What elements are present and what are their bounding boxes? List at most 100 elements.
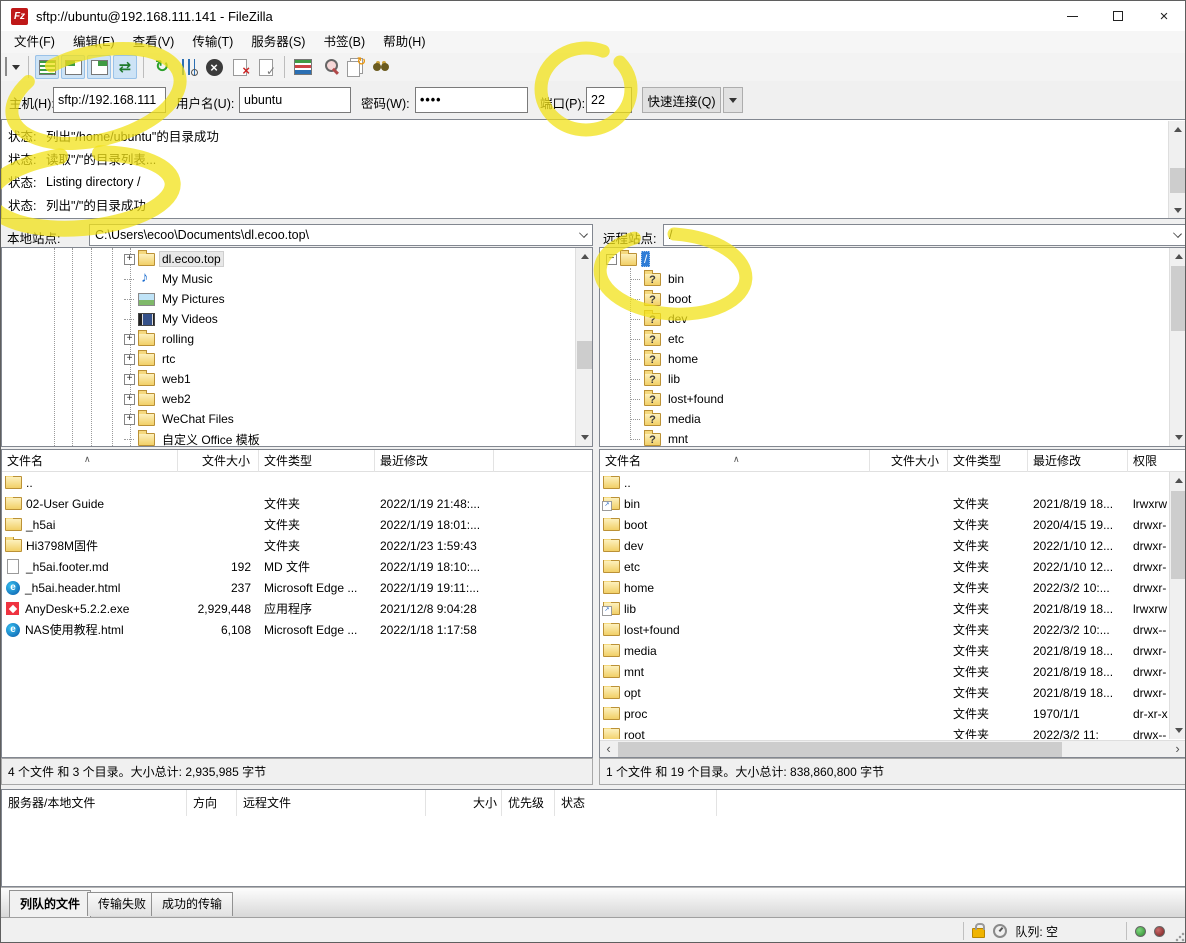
remote-file-row[interactable]: lib 文件夹 2021/8/19 18... lrwxrw [600,598,1186,619]
remote-file-row[interactable]: dev 文件夹 2022/1/10 12... drwxr- [600,535,1186,556]
column-header-name[interactable]: 文件名∧ [600,450,870,472]
log-scrollbar[interactable] [1168,121,1185,219]
local-file-row[interactable]: Hi3798M固件 文件夹 2022/1/23 1:59:43 [2,535,592,556]
column-header-size[interactable]: 文件大小 [870,450,948,472]
tree-expander[interactable] [124,309,135,329]
filter-icon[interactable] [317,55,341,79]
remote-file-row[interactable]: opt 文件夹 2021/8/19 18... drwxr- [600,682,1186,703]
column-header-remote-file[interactable]: 远程文件 [237,790,426,816]
minimize-button[interactable] [1049,1,1095,31]
remote-tree-item[interactable]: lib [600,369,1186,389]
menu-server[interactable]: 服务器(S) [242,31,314,53]
remote-tree-item[interactable]: bin [600,269,1186,289]
remote-tree-scrollbar[interactable] [1169,248,1186,446]
local-tree-item[interactable]: web2 [2,389,592,409]
tree-expander[interactable] [606,249,617,269]
close-button[interactable]: × [1141,1,1186,31]
tree-expander[interactable] [124,289,135,309]
remote-site-combo[interactable]: / [663,224,1186,246]
menu-transfer[interactable]: 传输(T) [183,31,242,53]
remote-file-row[interactable]: root 文件夹 2022/3/2 11: drwx-- [600,724,1186,739]
toolbar-separator[interactable] [28,56,29,78]
local-tree-item[interactable]: My Music [2,269,592,289]
remote-tree-item[interactable]: media [600,409,1186,429]
toggle-transfer-queue-icon[interactable] [113,55,137,79]
tree-expander[interactable] [124,269,135,289]
local-tree-item[interactable]: My Videos [2,309,592,329]
cancel-operation-icon[interactable] [202,55,226,79]
toggle-remote-tree-icon[interactable] [87,55,111,79]
host-input[interactable] [53,87,166,113]
local-tree-item[interactable]: 自定义 Office 模板 [2,429,592,447]
column-header-permissions[interactable]: 权限 [1128,450,1186,472]
tree-expander[interactable] [630,349,641,369]
menu-view[interactable]: 查看(V) [124,31,184,53]
refresh-icon[interactable] [150,55,174,79]
remote-tree-item[interactable]: lost+found [600,389,1186,409]
remote-file-row[interactable]: etc 文件夹 2022/1/10 12... drwxr- [600,556,1186,577]
quickconnect-dropdown[interactable] [723,87,743,113]
column-header-priority[interactable]: 优先级 [502,790,555,816]
port-input[interactable] [586,87,632,113]
site-manager-dropdown[interactable] [9,55,22,79]
remote-tree-item[interactable]: home [600,349,1186,369]
synchronized-browsing-icon[interactable] [343,55,367,79]
remote-tree-item[interactable]: / [600,249,1186,269]
local-tree-item[interactable]: rtc [2,349,592,369]
local-tree-item[interactable]: My Pictures [2,289,592,309]
tree-expander[interactable] [124,369,135,389]
remote-file-row[interactable]: lost+found 文件夹 2022/3/2 10:... drwx-- [600,619,1186,640]
directory-comparison-icon[interactable] [291,55,315,79]
remote-tree-item[interactable]: etc [600,329,1186,349]
local-file-row[interactable]: NAS使用教程.html 6,108 Microsoft Edge ... 20… [2,619,592,640]
local-file-row[interactable]: _h5ai.footer.md 192 MD 文件 2022/1/19 18:1… [2,556,592,577]
tree-expander[interactable] [630,389,641,409]
tree-expander[interactable] [124,389,135,409]
reconnect-icon[interactable] [254,55,278,79]
tree-expander[interactable] [124,429,135,447]
find-files-icon[interactable] [369,55,393,79]
password-input[interactable] [415,87,528,113]
tree-expander[interactable] [630,409,641,429]
menu-file[interactable]: 文件(F) [5,31,64,53]
local-tree-item[interactable]: WeChat Files [2,409,592,429]
local-tree-item[interactable]: dl.ecoo.top [2,249,592,269]
quickconnect-button[interactable]: 快速连接(Q) [642,87,721,113]
menu-help[interactable]: 帮助(H) [374,31,434,53]
local-file-row[interactable]: AnyDesk+5.2.2.exe 2,929,448 应用程序 2021/12… [2,598,592,619]
remote-file-row[interactable]: bin 文件夹 2021/8/19 18... lrwxrw [600,493,1186,514]
toggle-message-log-icon[interactable] [35,55,59,79]
tree-expander[interactable] [124,409,135,429]
tree-expander[interactable] [124,249,135,269]
remote-tree-item[interactable]: mnt [600,429,1186,447]
remote-tree-item[interactable]: dev [600,309,1186,329]
tab-successful-transfers[interactable]: 成功的传输 [151,892,233,916]
menu-edit[interactable]: 编辑(E) [64,31,124,53]
column-header-modified[interactable]: 最近修改 [1028,450,1128,472]
disconnect-icon[interactable] [228,55,252,79]
remote-file-row[interactable]: home 文件夹 2022/3/2 10:... drwxr- [600,577,1186,598]
tree-expander[interactable] [630,309,641,329]
remote-list-scrollbar[interactable] [1169,472,1186,739]
remote-file-row[interactable]: boot 文件夹 2020/4/15 19... drwxr- [600,514,1186,535]
tree-expander[interactable] [124,329,135,349]
local-site-combo[interactable]: C:\Users\ecoo\Documents\dl.ecoo.top\ [89,224,593,246]
remote-file-row[interactable]: mnt 文件夹 2021/8/19 18... drwxr- [600,661,1186,682]
tab-queued-files[interactable]: 列队的文件 [9,890,91,917]
local-tree-item[interactable]: web1 [2,369,592,389]
tree-expander[interactable] [630,429,641,447]
local-file-row[interactable]: _h5ai 文件夹 2022/1/19 18:01:... [2,514,592,535]
resize-grip[interactable] [1175,932,1185,942]
local-file-row[interactable]: .. [2,472,592,493]
column-header-server-local-file[interactable]: 服务器/本地文件 [2,790,187,816]
tree-expander[interactable] [630,369,641,389]
tree-expander[interactable] [630,329,641,349]
tree-expander[interactable] [630,289,641,309]
toolbar-separator[interactable] [284,56,285,78]
local-file-row[interactable]: _h5ai.header.html 237 Microsoft Edge ...… [2,577,592,598]
tree-expander[interactable] [124,349,135,369]
column-header-status[interactable]: 状态 [555,790,717,816]
tree-expander[interactable] [630,269,641,289]
toggle-local-tree-icon[interactable] [61,55,85,79]
local-tree-scrollbar[interactable] [575,248,592,446]
